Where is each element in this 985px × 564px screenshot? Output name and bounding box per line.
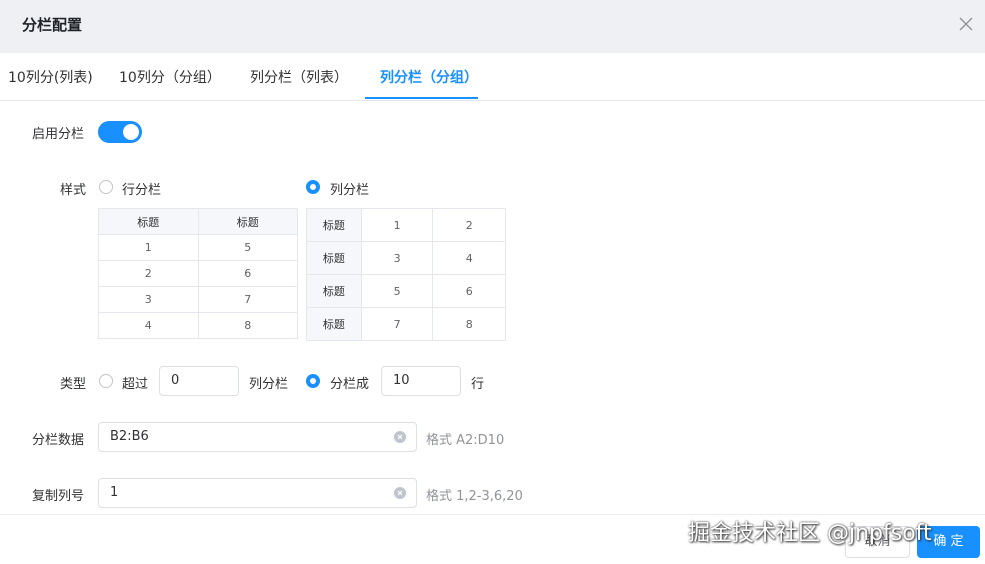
preview-cell: 2 xyxy=(98,260,199,287)
preview-cell: 4 xyxy=(432,241,506,275)
style-col-option[interactable]: 列分栏 xyxy=(330,179,369,198)
preview-header-cell: 标题 xyxy=(306,208,362,242)
exceed-suffix: 列分栏 xyxy=(249,377,289,392)
type-label: 类型 xyxy=(60,377,87,392)
style-col-radio[interactable] xyxy=(306,180,320,194)
preview-cell: 6 xyxy=(197,260,298,287)
data-range-hint: 格式 A2:D10 xyxy=(426,433,505,448)
preview-cell: 8 xyxy=(197,312,298,339)
style-row-option[interactable]: 行分栏 xyxy=(122,179,161,198)
enable-switch[interactable] xyxy=(98,121,142,143)
watermark: 掘金技术社区 @jnpfsoft xyxy=(688,521,932,546)
preview-cell: 2 xyxy=(432,208,506,242)
preview-cell: 7 xyxy=(360,307,434,341)
type-exceed-radio[interactable] xyxy=(99,374,113,388)
preview-cell: 3 xyxy=(98,286,199,313)
tab-10col-group[interactable]: 10列分（分组） xyxy=(119,67,221,87)
type-split-option[interactable]: 分栏成 xyxy=(330,373,369,392)
copy-cols-input[interactable]: 1 xyxy=(98,478,417,508)
clear-icon[interactable] xyxy=(394,487,406,499)
preview-cell: 3 xyxy=(360,241,434,275)
data-range-label: 分栏数据 xyxy=(32,433,85,448)
tab-colsplit-list[interactable]: 列分栏（列表） xyxy=(250,67,348,87)
preview-header-cell: 标题 xyxy=(98,208,199,235)
preview-header-cell: 标题 xyxy=(306,241,362,275)
preview-cell: 1 xyxy=(98,234,199,261)
style-label: 样式 xyxy=(60,183,87,198)
preview-cell: 5 xyxy=(360,274,434,308)
preview-cell: 8 xyxy=(432,307,506,341)
row-split-preview: 标题 标题 15 26 37 48 xyxy=(98,208,298,339)
preview-header-cell: 标题 xyxy=(306,307,362,341)
copy-cols-label: 复制列号 xyxy=(32,489,85,504)
active-tab-indicator xyxy=(365,97,478,99)
col-split-preview: 标题 1 2 标题 3 4 标题 5 6 标题 7 8 xyxy=(306,208,506,341)
preview-cell: 7 xyxy=(197,286,298,313)
close-icon[interactable] xyxy=(958,16,974,32)
split-rows-input[interactable]: 10 xyxy=(381,366,461,396)
style-row-radio[interactable] xyxy=(99,180,113,194)
tab-10col-list[interactable]: 10列分(列表) xyxy=(8,67,93,87)
tab-bar: 10列分(列表) 10列分（分组） 列分栏（列表） 列分栏（分组） xyxy=(0,53,985,101)
type-exceed-option[interactable]: 超过 xyxy=(122,373,148,392)
data-range-input[interactable]: B2:B6 xyxy=(98,422,417,452)
copy-cols-hint: 格式 1,2-3,6,20 xyxy=(426,489,523,504)
switch-knob xyxy=(123,124,139,140)
preview-header-cell: 标题 xyxy=(197,208,298,235)
exceed-count-input[interactable]: 0 xyxy=(159,366,239,396)
split-suffix: 行 xyxy=(471,377,485,392)
dialog-title: 分栏配置 xyxy=(22,16,83,34)
tab-colsplit-group[interactable]: 列分栏（分组） xyxy=(380,67,478,87)
preview-header-cell: 标题 xyxy=(306,274,362,308)
preview-cell: 5 xyxy=(197,234,298,261)
preview-cell: 6 xyxy=(432,274,506,308)
preview-cell: 1 xyxy=(360,208,434,242)
enable-label: 启用分栏 xyxy=(32,127,85,142)
preview-cell: 4 xyxy=(98,312,199,339)
clear-icon[interactable] xyxy=(394,431,406,443)
dialog-header: 分栏配置 xyxy=(0,0,985,53)
type-split-radio[interactable] xyxy=(306,374,320,388)
